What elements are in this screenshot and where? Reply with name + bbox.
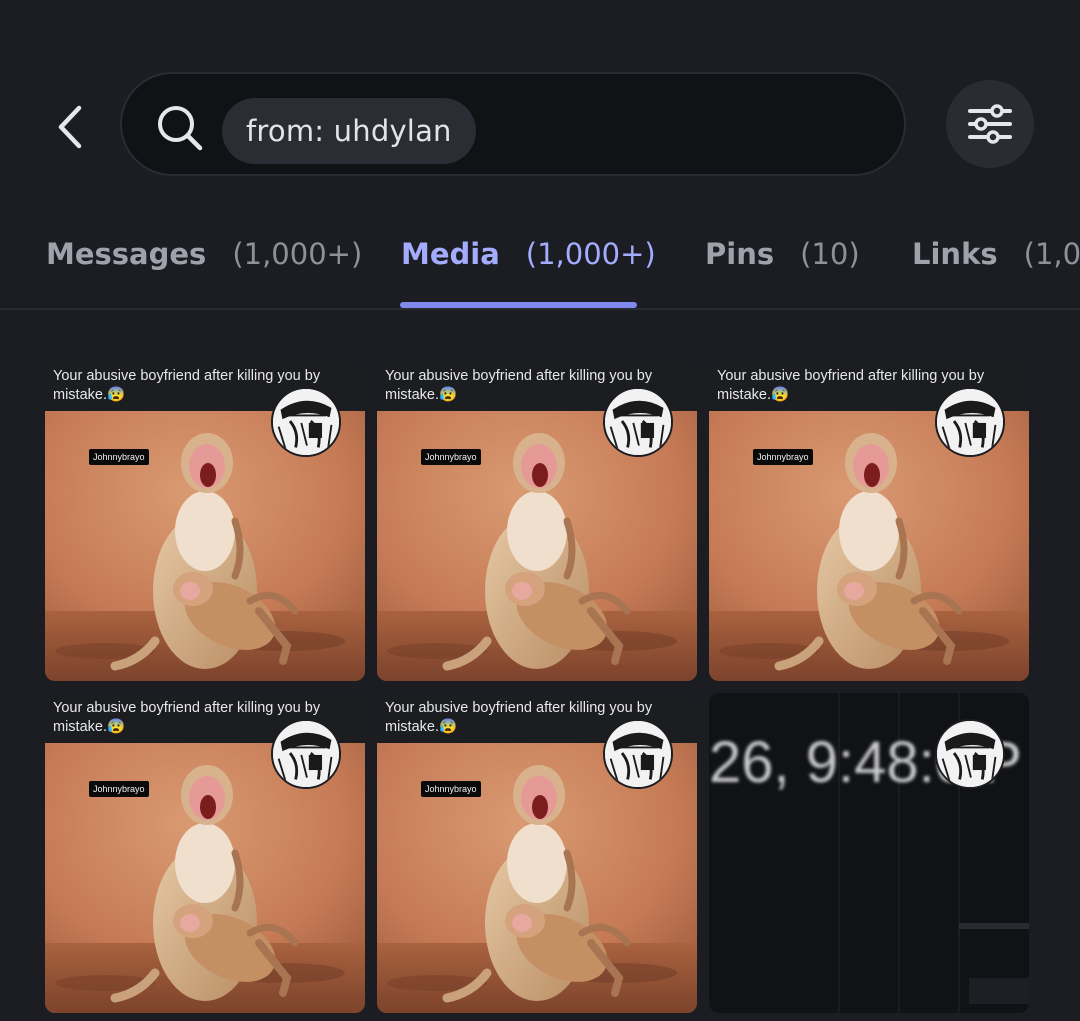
chevron-left-icon [58, 105, 82, 149]
media-item[interactable]: Your abusive boyfriend after killing you… [377, 361, 697, 681]
media-item-screenshot[interactable]: 26, 9:48:0 P [709, 693, 1029, 1013]
filter-button[interactable] [946, 80, 1034, 168]
search-chip-label: from: uhdylan [246, 114, 452, 148]
search-bar[interactable]: from: uhdylan [120, 72, 906, 176]
avatar [271, 387, 341, 457]
media-item[interactable]: Your abusive boyfriend after killing you… [377, 693, 697, 1013]
back-button[interactable] [40, 92, 100, 162]
media-item[interactable]: Your abusive boyfriend after killing you… [709, 361, 1029, 681]
tab-media[interactable]: Media (1,000+) [401, 200, 656, 308]
avatar [935, 387, 1005, 457]
tab-messages-count: (1,000+) [232, 237, 363, 271]
avatar [935, 719, 1005, 789]
tab-pins-label: Pins [705, 237, 775, 271]
avatar [603, 719, 673, 789]
media-item[interactable]: Your abusive boyfriend after killing you… [45, 361, 365, 681]
media-item[interactable]: Your abusive boyfriend after killing you… [45, 693, 365, 1013]
search-results-screen: from: uhdylan Messages (1,000+) Media (1… [0, 0, 1080, 1021]
photo-watermark: Johnnybrayo [89, 449, 149, 465]
tab-links-count: (1,0 [1023, 237, 1080, 271]
tab-media-count: (1,000+) [525, 237, 656, 271]
tab-bar: Messages (1,000+) Media (1,000+) Pins (1… [0, 200, 1080, 310]
search-icon [158, 106, 203, 151]
tab-media-label: Media [401, 237, 500, 271]
active-tab-indicator [400, 302, 637, 308]
tab-links-label: Links [912, 237, 998, 271]
tab-messages[interactable]: Messages (1,000+) [46, 200, 362, 308]
tab-links[interactable]: Links (1,0 [912, 200, 1080, 308]
tab-pins[interactable]: Pins (10) [705, 200, 860, 308]
sliders-icon [968, 104, 1012, 144]
photo-watermark: Johnnybrayo [89, 781, 149, 797]
photo-watermark: Johnnybrayo [421, 781, 481, 797]
photo-watermark: Johnnybrayo [753, 449, 813, 465]
search-filter-chip[interactable]: from: uhdylan [222, 98, 476, 164]
avatar [271, 719, 341, 789]
media-grid: Your abusive boyfriend after killing you… [45, 361, 1029, 1021]
tab-pins-count: (10) [800, 237, 860, 271]
tab-messages-label: Messages [46, 237, 207, 271]
photo-watermark: Johnnybrayo [421, 449, 481, 465]
avatar [603, 387, 673, 457]
